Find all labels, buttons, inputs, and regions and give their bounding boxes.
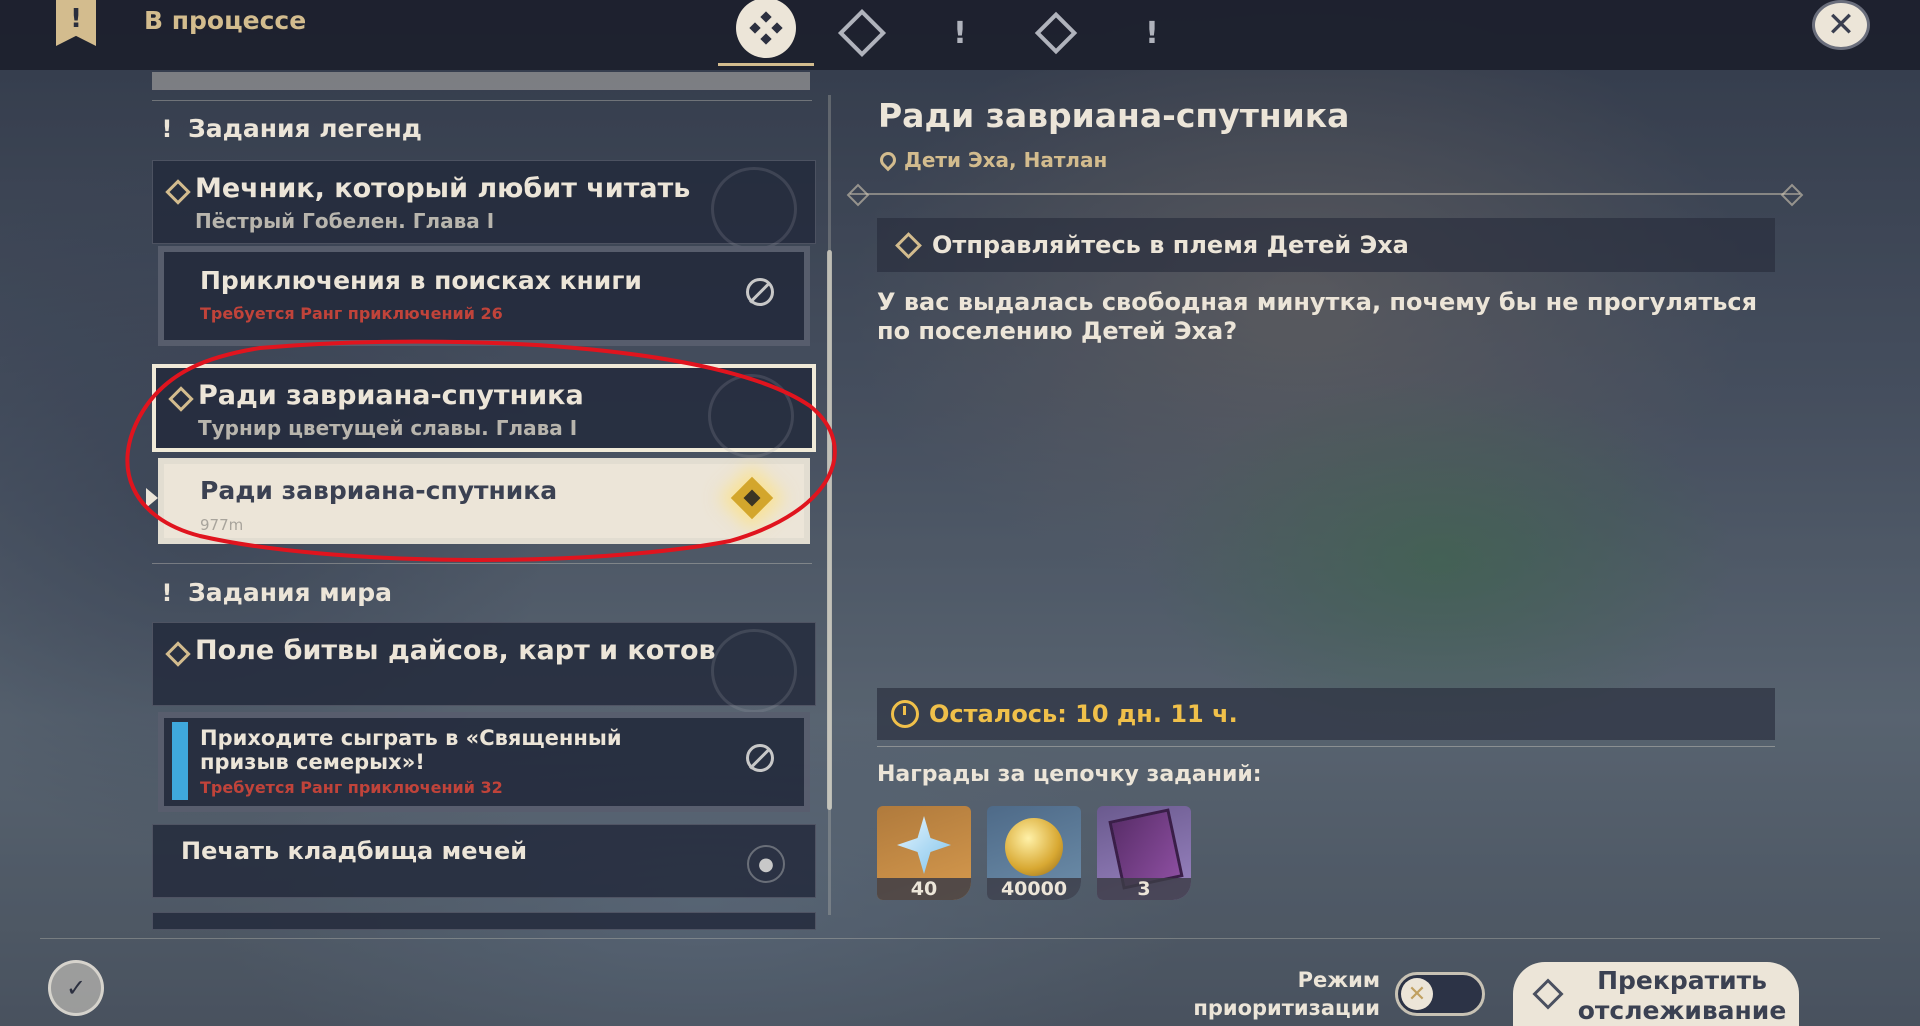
archon-quests-icon (837, 8, 887, 58)
quest-step-item[interactable]: Приходите сыграть в «Священный призыв се… (158, 712, 810, 812)
toggle-off-icon: ✕ (1401, 978, 1433, 1010)
world-quest-marker (172, 722, 188, 800)
section-label: Задания мира (188, 578, 392, 607)
tab-legend-quests[interactable]: ! (920, 0, 1000, 66)
quest-group-header[interactable]: Печать кладбища мечей ● (152, 824, 816, 898)
tab-commissions[interactable] (1016, 0, 1096, 66)
time-remaining-text: Осталось: 10 дн. 11 ч. (929, 700, 1238, 728)
tracking-diamond-icon (1532, 978, 1564, 1010)
location-pin-icon[interactable]: ● (747, 845, 785, 883)
locked-icon (746, 744, 774, 772)
quest-step-item[interactable]: Приключения в поисках книги Требуется Ра… (158, 246, 810, 346)
section-world-quests: ! Задания мира (160, 578, 392, 607)
locked-icon (746, 278, 774, 306)
quest-diamond-icon (165, 641, 191, 667)
location-pin-icon (876, 148, 900, 172)
close-icon: ✕ (1826, 5, 1856, 45)
reward-count: 40 (877, 878, 971, 900)
quest-chapter: Пёстрый Гобелен. Глава I (195, 209, 495, 233)
primogem-icon (897, 816, 951, 874)
reward-mora[interactable]: 40000 (987, 806, 1081, 900)
all-quests-icon (736, 0, 796, 58)
quest-title: Мечник, который любит читать (195, 173, 691, 204)
red-annotation-circle (125, 339, 837, 562)
tab-archon-quests[interactable] (822, 0, 902, 66)
time-remaining: Осталось: 10 дн. 11 ч. (877, 688, 1775, 740)
rank-requirement: Требуется Ранг приключений 26 (200, 304, 503, 323)
quest-title: Поле битвы дайсов, карт и котов (195, 635, 716, 666)
stop-tracking-button[interactable]: Прекратить отслеживание (1513, 962, 1799, 1026)
commission-icon (1034, 11, 1078, 55)
quest-list-item-partial[interactable] (152, 72, 810, 90)
divider (877, 746, 1775, 747)
world-quests-icon: ! (1145, 15, 1159, 51)
legend-quest-icon: ! (161, 114, 173, 143)
top-bar: ! В процессе ! ! ✕ (0, 0, 1920, 70)
stop-tracking-label: Прекратить отслеживание (1577, 966, 1787, 1025)
reward-count: 40000 (987, 878, 1081, 900)
quest-description: У вас выдалась свободная минутка, почему… (877, 288, 1758, 345)
quest-log-bookmark-icon: ! (56, 0, 96, 46)
legend-quests-icon: ! (953, 15, 967, 51)
quest-detail-title: Ради завриана-спутника (878, 96, 1350, 135)
objective-text: Отправляйтесь в племя Детей Эха (932, 231, 1409, 259)
quest-emblem-icon (711, 167, 797, 251)
reward-count: 3 (1097, 878, 1191, 900)
divider (40, 938, 1880, 939)
quest-step-title: Приключения в поисках книги (200, 266, 642, 295)
quest-group-header[interactable]: Мечник, который любит читать Пёстрый Гоб… (152, 160, 816, 251)
quest-location: Дети Эха, Натлан (876, 148, 1108, 172)
tab-world-quests[interactable]: ! (1112, 0, 1192, 66)
rewards-header: Награды за цепочку заданий: (877, 762, 1262, 787)
history-check-icon: ✓ (65, 974, 87, 1002)
quest-group-header[interactable]: Поле битвы дайсов, карт и котов (152, 622, 816, 713)
clock-icon (891, 700, 919, 728)
priority-mode-toggle[interactable]: ✕ (1395, 972, 1485, 1016)
quest-title: Печать кладбища мечей (181, 837, 528, 865)
location-label: Дети Эха, Натлан (904, 148, 1108, 172)
page-title: В процессе (144, 6, 307, 35)
divider (152, 100, 812, 101)
mora-icon (1005, 818, 1063, 876)
quest-history-button[interactable]: ✓ (48, 960, 104, 1016)
quest-list-item-partial[interactable] (152, 912, 816, 930)
tab-all-quests[interactable] (718, 0, 814, 66)
quest-step-title: Приходите сыграть в «Священный призыв се… (200, 726, 622, 774)
tcg-emblem-icon (711, 629, 797, 713)
world-quest-icon: ! (161, 578, 173, 607)
reward-primogem[interactable]: 40 (877, 806, 971, 900)
quest-objective: Отправляйтесь в племя Детей Эха (877, 218, 1775, 272)
rank-requirement: Требуется Ранг приключений 32 (200, 778, 503, 797)
priority-mode-label: Режим приоритизации (1193, 968, 1380, 1020)
section-label: Задания легенд (188, 114, 422, 143)
section-legend-quests: ! Задания легенд (160, 114, 422, 143)
objective-diamond-icon (895, 231, 922, 259)
reward-heros-wit[interactable]: 3 (1097, 806, 1191, 900)
ornament-divider (850, 193, 1800, 195)
quest-diamond-icon (165, 179, 191, 205)
divider (152, 563, 812, 564)
close-button[interactable]: ✕ (1812, 0, 1870, 50)
